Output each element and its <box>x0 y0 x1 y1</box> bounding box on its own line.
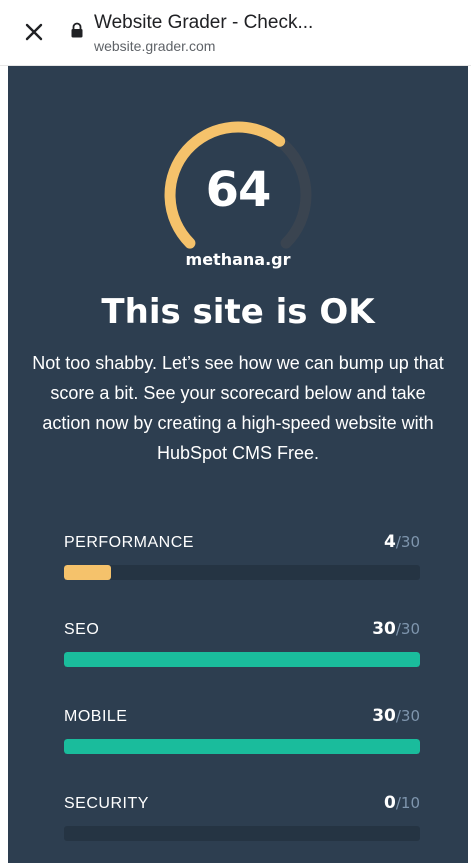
site-domain: methana.gr <box>185 250 291 269</box>
browser-toolbar: Website Grader - Check... website.grader… <box>0 0 471 66</box>
metric-bar-fill <box>64 652 420 667</box>
metric-score: 0/10 <box>384 793 420 813</box>
metric-mobile: MOBILE 30/30 <box>64 706 420 764</box>
metric-bar-track <box>64 739 420 754</box>
metric-score: 30/30 <box>372 706 420 726</box>
metric-label: MOBILE <box>64 708 128 725</box>
page-title: Website Grader - Check... <box>94 12 314 33</box>
result-headline: This site is OK <box>101 292 375 332</box>
metric-performance: PERFORMANCE 4/30 <box>64 532 420 590</box>
metric-security: SECURITY 0/10 <box>64 793 420 851</box>
page-url[interactable]: website.grader.com <box>94 38 215 54</box>
metric-seo: SEO 30/30 <box>64 619 420 677</box>
result-description: Not too shabby. Let’s see how we can bum… <box>32 353 444 463</box>
metric-bar-fill <box>64 739 420 754</box>
metric-bar-track <box>64 565 420 580</box>
metric-bar-track <box>64 652 420 667</box>
score-value: 64 <box>205 162 272 218</box>
metric-label: SECURITY <box>64 795 149 812</box>
metric-bar-track <box>64 826 420 841</box>
close-icon[interactable] <box>22 20 46 44</box>
lock-icon <box>71 22 83 38</box>
metric-label: PERFORMANCE <box>64 534 194 551</box>
metric-score: 30/30 <box>372 619 420 639</box>
grader-panel: 64 methana.gr This site is OK Not too sh… <box>8 66 468 863</box>
metric-bar-fill <box>64 565 112 580</box>
metric-label: SEO <box>64 621 100 638</box>
metric-score: 4/30 <box>384 532 420 552</box>
